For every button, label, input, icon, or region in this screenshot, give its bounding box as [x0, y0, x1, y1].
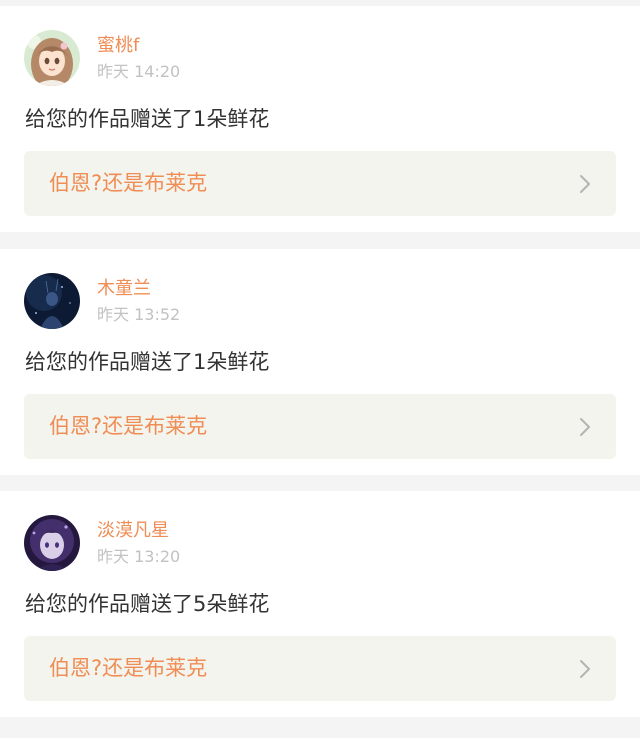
work-link-card[interactable]: 伯恩?还是布莱克 [24, 151, 616, 216]
chevron-right-icon [580, 660, 590, 678]
timestamp: 昨天 13:52 [97, 305, 181, 324]
gift-message: 给您的作品赠送了5朵鲜花 [25, 592, 270, 616]
user-avatar[interactable] [24, 515, 80, 571]
timestamp: 昨天 14:20 [97, 62, 181, 81]
dark-night-avatar-icon [24, 273, 80, 329]
username[interactable]: 蜜桃f [97, 35, 139, 57]
username[interactable]: 木童兰 [97, 278, 151, 300]
gift-notification-card: 淡漠凡星 昨天 13:20 给您的作品赠送了5朵鲜花 伯恩?还是布莱克 [0, 491, 640, 717]
user-avatar[interactable] [24, 273, 80, 329]
chevron-right-icon [580, 175, 590, 193]
work-link-card[interactable]: 伯恩?还是布莱克 [24, 394, 616, 459]
gift-notification-card: 蜜桃f 昨天 14:20 给您的作品赠送了1朵鲜花 伯恩?还是布莱克 [0, 6, 640, 232]
notification-feed: 蜜桃f 昨天 14:20 给您的作品赠送了1朵鲜花 伯恩?还是布莱克 木童兰 昨… [0, 0, 640, 738]
gift-notification-card: 木童兰 昨天 13:52 给您的作品赠送了1朵鲜花 伯恩?还是布莱克 [0, 249, 640, 475]
timestamp: 昨天 13:20 [97, 547, 181, 566]
user-avatar[interactable] [24, 30, 80, 86]
chevron-right-icon [580, 418, 590, 436]
work-link-card[interactable]: 伯恩?还是布莱克 [24, 636, 616, 701]
work-title: 伯恩?还是布莱克 [49, 171, 208, 195]
gift-message: 给您的作品赠送了1朵鲜花 [25, 350, 270, 374]
work-title: 伯恩?还是布莱克 [49, 656, 208, 680]
username[interactable]: 淡漠凡星 [97, 520, 169, 542]
anime-girl-avatar-icon [24, 30, 80, 86]
purple-anime-avatar-icon [24, 515, 80, 571]
gift-message: 给您的作品赠送了1朵鲜花 [25, 107, 270, 131]
work-title: 伯恩?还是布莱克 [49, 414, 208, 438]
